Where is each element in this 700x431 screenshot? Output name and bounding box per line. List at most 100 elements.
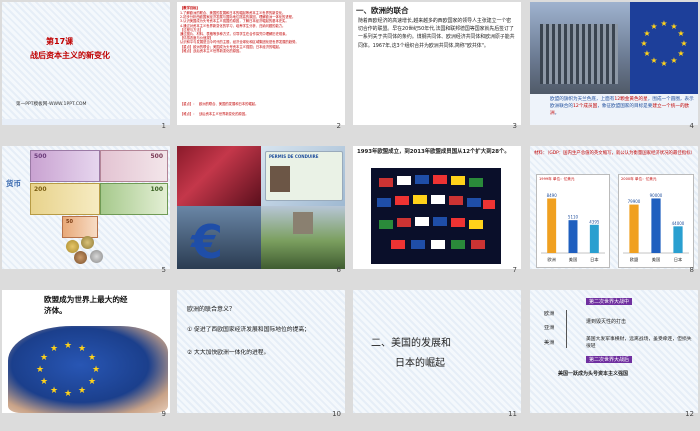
section-body: 随着西欧经济的高速增长,越来越多的西欧国家的领导人主张建立一个密切合作的联盟。早… [358, 18, 515, 49]
slide-number: 6 [336, 266, 341, 274]
chart-1999-svg: 8490 欧洲 5110 美国 4395 日本 [541, 193, 605, 263]
key-label: 【重点】： [180, 102, 197, 106]
svg-text:★: ★ [640, 39, 647, 48]
bar-value-label: 44000 [672, 221, 685, 226]
building-photo [530, 2, 630, 94]
slide-number: 2 [336, 122, 341, 130]
category-label: 日本 [674, 256, 683, 263]
slide-thumbnail-1[interactable]: 第17课 战后资本主义的新变化 第一PPT模板网-WWW.1PPT.COM 1 [2, 2, 170, 130]
slide-thumbnail-3[interactable]: 一、欧洲的联合 随着西欧经济的高速增长,越来越多的西欧国家的领导人主张建立一个密… [353, 2, 521, 130]
slide-number: 1 [161, 122, 166, 130]
slide-canvas: PERMIS DE CONDUIRE € [177, 146, 345, 269]
slide-canvas: 货币 500 500 200 100 50 [2, 146, 170, 269]
slide-thumbnail-4[interactable]: ★ ★ ★ ★ ★ ★ ★ ★ ★ ★ ★ ★ 欧盟的旗帜为天兰色底，上面有12颗金黄色的星，围… [530, 2, 698, 130]
fist-flag-photo: ★ ★ ★ ★ ★ ★ ★ ★ ★ ★ ★ ★ [8, 326, 168, 413]
slide-thumbnail-6[interactable]: PERMIS DE CONDUIRE € 6 [177, 146, 345, 274]
slide-thumbnail-11[interactable]: 二、美国的发展和 日本的崛起 11 [353, 290, 521, 418]
slide-canvas: 第17课 战后资本主义的新变化 第一PPT模板网-WWW.1PPT.COM [2, 2, 170, 125]
category-label: 美国 [569, 256, 577, 263]
bar-value-label: 79900 [628, 199, 641, 204]
slide-thumbnail-7[interactable]: 1993年欧盟成立，到2013年欧盟成员国从12个扩大到28个。 7 [353, 146, 521, 274]
svg-text:★: ★ [78, 344, 86, 354]
banknote-500-pink: 500 [100, 150, 168, 182]
svg-text:★: ★ [643, 49, 650, 58]
coin-icon [81, 236, 94, 249]
svg-text:★: ★ [78, 386, 86, 396]
flags-photo [371, 168, 501, 264]
svg-text:★: ★ [660, 59, 667, 68]
building-facade [540, 24, 618, 84]
answer-item-2: ② 大大加快欧洲一体化的进程。 [187, 350, 270, 356]
eu-stars-icon: ★ ★★★ ★★★★ ★★★★ [36, 341, 100, 399]
slide-number: 4 [689, 122, 694, 130]
portrait-photo [270, 166, 290, 192]
svg-text:★: ★ [660, 19, 667, 28]
slide-number: 7 [512, 266, 517, 274]
question-text: 欧洲的联合意义？ [187, 306, 236, 313]
slide-number: 3 [512, 122, 517, 130]
slide-thumbnail-10[interactable]: 欧洲的联合意义？ ① 促进了西欧国家经济发展和国际地位的提高； ② 大大加快欧洲… [177, 290, 345, 418]
svg-text:★: ★ [50, 344, 58, 354]
currency-label: 货币 [6, 179, 21, 188]
slide-canvas: 欧洲的联合意义？ ① 促进了西欧国家经济发展和国际地位的提高； ② 大大加快欧洲… [177, 290, 345, 413]
bar-value-label: 90000 [650, 193, 663, 198]
difficulty-label: 【难点】： [180, 112, 197, 116]
slide-canvas: 二、美国的发展和 日本的崛起 [353, 290, 521, 413]
slide-number: 12 [685, 410, 694, 418]
slide-number: 9 [161, 410, 166, 418]
driving-licence-photo: PERMIS DE CONDUIRE [261, 146, 345, 206]
bar-value-label: 4395 [589, 219, 600, 224]
banknote-50: 50 [62, 216, 98, 238]
bar-1 [651, 198, 661, 253]
bar-2 [673, 226, 683, 253]
euro-sign-icon: € [191, 215, 224, 269]
slide-bottom-band [2, 119, 170, 125]
svg-text:★: ★ [50, 386, 58, 396]
svg-text:★: ★ [650, 22, 657, 31]
chart-unit-label: 2000年 单位：亿美元 [621, 177, 657, 181]
arch-icon [293, 212, 313, 234]
key-text: 欧洲的联合、美国的发展和日本的崛起。 [199, 102, 259, 106]
slide-canvas: 一、欧洲的联合 随着西欧经济的高速增长,越来越多的西欧国家的领导人主张建立一个密… [353, 2, 521, 125]
slide-canvas: 材料：（GDP：国内生产总值的英文缩写，就公认为衡量国家经济状况的最佳指标） 1… [530, 146, 698, 269]
bar-1 [568, 220, 578, 253]
eu-expansion-text: 1993年欧盟成立，到2013年欧盟成员国从12个扩大到28个。 [357, 149, 510, 155]
material-text: 材料：（GDP：国内生产总值的英文缩写，就公认为衡量国家经济状况的最佳指标） [534, 151, 695, 156]
lesson-label: 第17课 [46, 37, 74, 46]
svg-text:★: ★ [40, 377, 48, 387]
licence-card: PERMIS DE CONDUIRE [265, 151, 343, 201]
slide-thumbnail-5[interactable]: 货币 500 500 200 100 50 5 [2, 146, 170, 274]
notes-title: 【教学目标】 [180, 6, 200, 10]
category-label: 日本 [590, 256, 599, 263]
euro-sculpture-photo: € [177, 206, 261, 269]
flag-caption: 欧盟的旗帜为天兰色底，上面有12颗金黄色的星，围成一个圆圈，表示欧洲联合的12个… [550, 97, 694, 116]
svg-text:★: ★ [88, 353, 96, 363]
bar-0 [547, 198, 557, 253]
region-asia: 亚洲 [544, 325, 555, 331]
arc-de-triomphe-photo [261, 206, 345, 269]
caption-box: 欧盟的旗帜为天兰色底，上面有12颗金黄色的星，围成一个圆圈，表示欧洲联合的12个… [530, 94, 698, 125]
slide-thumbnail-12[interactable]: 第二次世界大战中 欧洲 亚洲 美洲 遭到毁灭性的打击 美国大发军事横财，远离战场… [530, 290, 698, 418]
coin-icon [90, 250, 103, 263]
svg-text:★: ★ [92, 365, 100, 375]
eu-flag: ★ ★ ★ ★ ★ ★ ★ ★ ★ ★ ★ ★ [630, 2, 698, 94]
slide-thumbnail-2[interactable]: 【教学目标】 1.了解欧洲的联合、美国的发展和日本的崛起等资本主义世界的新变化。… [177, 2, 345, 130]
svg-text:★: ★ [677, 29, 684, 38]
slide-number: 8 [689, 266, 694, 274]
europe-asia-result: 遭到毁灭性的打击 [586, 319, 627, 325]
slide-canvas: ★ ★ ★ ★ ★ ★ ★ ★ ★ ★ ★ ★ 欧盟的旗帜为天兰色底，上面有12颗金黄色的星，围… [530, 2, 698, 125]
slide-thumbnail-8[interactable]: 材料：（GDP：国内生产总值的英文缩写，就公认为衡量国家经济状况的最佳指标） 1… [530, 146, 698, 274]
passports-photo [177, 146, 261, 206]
svg-text:★: ★ [680, 39, 687, 48]
slide-title: 欧盟成为世界上最大的经济体。 [44, 295, 128, 315]
bar-2 [589, 224, 599, 253]
notes-body: 1.了解欧洲的联合、美国的发展和日本的崛起等资本主义世界的新变化。 2.初步分析… [180, 11, 299, 53]
svg-text:★: ★ [40, 353, 48, 363]
slide-number: 5 [161, 266, 166, 274]
category-label: 欧盟 [630, 256, 638, 263]
slide-number: 10 [332, 410, 341, 418]
bar-value-label: 5110 [568, 215, 579, 220]
slide-canvas: 第二次世界大战中 欧洲 亚洲 美洲 遭到毁灭性的打击 美国大发军事横财，远离战场… [530, 290, 698, 413]
slide-thumbnail-9[interactable]: 欧盟成为世界上最大的经济体。 ★ ★ ★ ★ ★ ★ ★ ★ ★ ★ ★ ★ 9 [2, 290, 170, 418]
svg-text:★: ★ [650, 56, 657, 65]
